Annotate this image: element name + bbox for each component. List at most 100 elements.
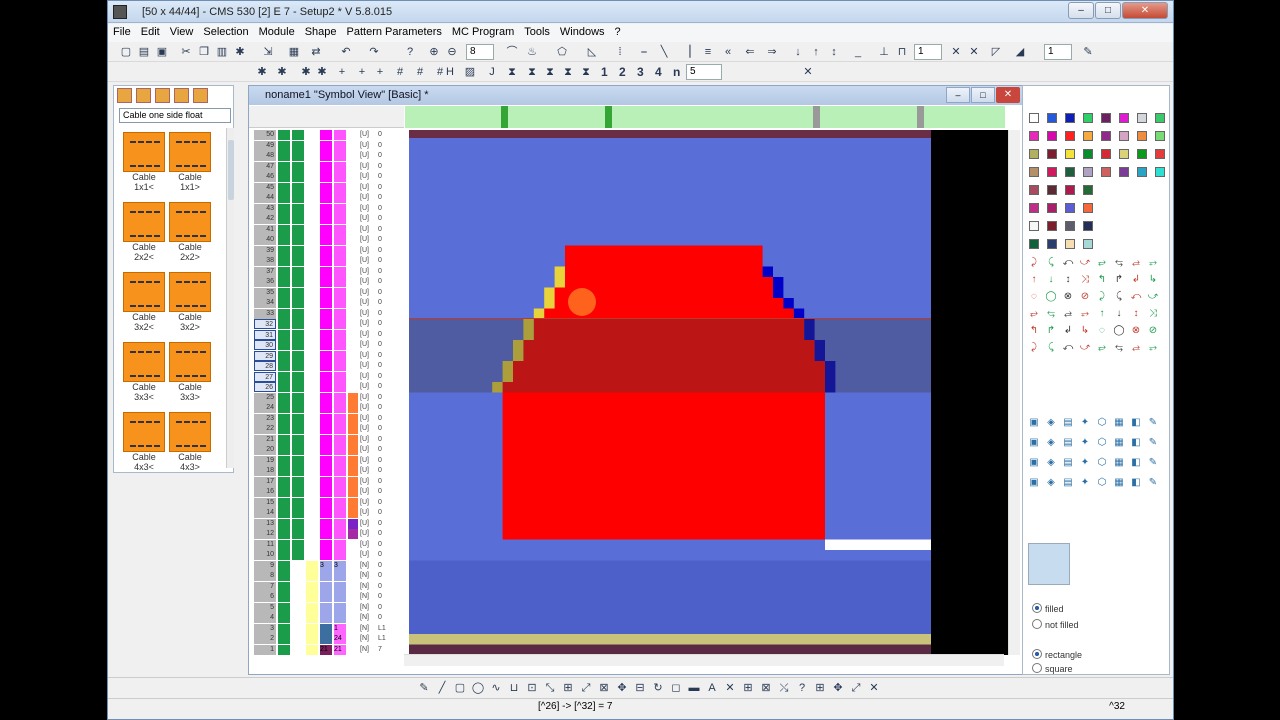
stitch-tool-icon[interactable]: ⤹ (1112, 290, 1126, 304)
control-cell[interactable] (320, 602, 332, 613)
control-cell[interactable] (348, 130, 358, 140)
control-cell[interactable] (292, 130, 304, 140)
menu-help[interactable]: ? (610, 24, 626, 40)
control-row[interactable]: 38 [U] 0 (254, 256, 386, 266)
copy-icon[interactable]: ❐ (196, 44, 212, 60)
control-cell[interactable] (278, 382, 290, 392)
control-row[interactable]: 24 [U] 0 (254, 403, 386, 413)
control-cell[interactable] (334, 466, 346, 476)
control-row[interactable]: 26 [U] 0 (254, 382, 386, 392)
stitch-tool-icon[interactable]: ⊗ (1129, 324, 1143, 338)
control-cell[interactable] (320, 277, 332, 287)
control-cell[interactable] (306, 172, 318, 182)
color-swatch[interactable] (1119, 149, 1129, 159)
control-cell[interactable] (278, 350, 290, 361)
control-cell[interactable] (348, 361, 358, 371)
control-cell[interactable] (278, 140, 290, 151)
color-swatch[interactable] (1029, 131, 1039, 141)
control-row[interactable]: 31 [U] 0 (254, 329, 386, 340)
color-swatch[interactable] (1119, 167, 1129, 177)
needle-ruler[interactable] (405, 106, 1005, 128)
control-cell[interactable] (292, 172, 304, 182)
triangle-icon[interactable]: ◺ (584, 44, 600, 60)
control-cell[interactable] (306, 298, 318, 308)
control-row[interactable]: 28 [U] 0 (254, 361, 386, 371)
control-cell[interactable] (292, 424, 304, 434)
control-cell[interactable] (292, 161, 304, 172)
drawing-tool-icon[interactable]: ✕ (866, 680, 882, 696)
help-icon[interactable]: ? (402, 44, 418, 60)
draw-tool-icon[interactable]: ◧ (1129, 456, 1143, 470)
sym3-icon[interactable]: ⧗ (542, 64, 558, 80)
control-cell[interactable] (334, 287, 346, 298)
control-cell[interactable] (292, 623, 304, 634)
color-swatch[interactable] (1065, 113, 1075, 123)
control-cell[interactable] (320, 508, 332, 518)
drawing-tool-icon[interactable]: ⤯ (776, 680, 792, 696)
control-cell[interactable] (348, 277, 358, 287)
control-cell[interactable] (278, 151, 290, 161)
control-cell[interactable] (306, 455, 318, 466)
control-cell[interactable] (292, 550, 304, 560)
control-cell[interactable] (348, 350, 358, 361)
drawing-tool-icon[interactable]: ⊞ (740, 680, 756, 696)
control-cell[interactable] (348, 413, 358, 424)
canvas-vertical-scrollbar[interactable] (1008, 130, 1020, 655)
control-cell[interactable] (334, 266, 346, 277)
stitch-tool-icon[interactable]: ⥅ (1146, 341, 1160, 355)
control-cell[interactable] (348, 266, 358, 277)
cross-icon[interactable]: ✕ (948, 44, 964, 60)
color-swatch[interactable] (1101, 149, 1111, 159)
control-row[interactable]: 15 [U] 0 (254, 497, 386, 508)
draw-tool-icon[interactable]: ✎ (1146, 416, 1160, 430)
drawing-tool-icon[interactable]: ⊠ (758, 680, 774, 696)
control-cell[interactable] (278, 329, 290, 340)
control-cell[interactable] (292, 329, 304, 340)
control-cell[interactable] (334, 613, 346, 623)
control-cell[interactable] (306, 340, 318, 350)
control-cell[interactable]: 3 (320, 560, 332, 571)
color-swatch[interactable] (1083, 185, 1093, 195)
control-cell[interactable] (348, 602, 358, 613)
tab-cable-icon[interactable] (155, 88, 170, 103)
cable-3x3-left[interactable]: Cable 3x3< (122, 342, 166, 402)
stitch-tool-icon[interactable]: ◌ (1027, 290, 1041, 304)
menu-mc-program[interactable]: MC Program (447, 24, 519, 40)
draw-tool-icon[interactable]: ✦ (1078, 476, 1092, 490)
stitch-tool-icon[interactable]: ↳ (1078, 324, 1092, 338)
control-cell[interactable] (348, 287, 358, 298)
drawing-tool-icon[interactable]: ✎ (416, 680, 432, 696)
control-cell[interactable] (348, 340, 358, 350)
control-row[interactable]: 37 [U] 0 (254, 266, 386, 277)
control-cell[interactable] (306, 571, 318, 581)
control-cell[interactable] (306, 434, 318, 445)
drawing-tool-icon[interactable]: ╱ (434, 680, 450, 696)
stitch-tool-icon[interactable]: ⤺ (1129, 290, 1143, 304)
control-cell[interactable] (278, 172, 290, 182)
stitch-a-icon[interactable]: ✱ (254, 64, 270, 80)
stitch-tool-icon[interactable]: ⥄ (1061, 307, 1075, 321)
control-cell[interactable] (320, 592, 332, 602)
h-icon[interactable]: H (442, 64, 458, 80)
control-cell[interactable] (292, 277, 304, 287)
control-cell[interactable] (348, 161, 358, 172)
control-cell[interactable]: 21 (334, 644, 346, 655)
color-swatch[interactable] (1101, 131, 1111, 141)
control-cell[interactable] (334, 350, 346, 361)
control-cell[interactable] (278, 130, 290, 140)
stitch-tool-icon[interactable]: ↕ (1129, 307, 1143, 321)
color-swatch[interactable] (1029, 113, 1039, 123)
color-swatch[interactable] (1029, 149, 1039, 159)
menu-file[interactable]: File (108, 24, 136, 40)
control-row[interactable]: 47 [U] 0 (254, 161, 386, 172)
control-cell[interactable] (320, 623, 332, 634)
control-cell[interactable] (292, 592, 304, 602)
control-row[interactable]: 16 [U] 0 (254, 487, 386, 497)
control-cell[interactable] (278, 539, 290, 550)
control-cell[interactable]: 24 (334, 634, 346, 644)
color-swatch[interactable] (1155, 131, 1165, 141)
color-swatch[interactable] (1101, 113, 1111, 123)
stitch-tool-icon[interactable]: ⤸ (1027, 341, 1041, 355)
color-swatch[interactable] (1083, 149, 1093, 159)
open-file-icon[interactable]: ▤ (136, 44, 152, 60)
